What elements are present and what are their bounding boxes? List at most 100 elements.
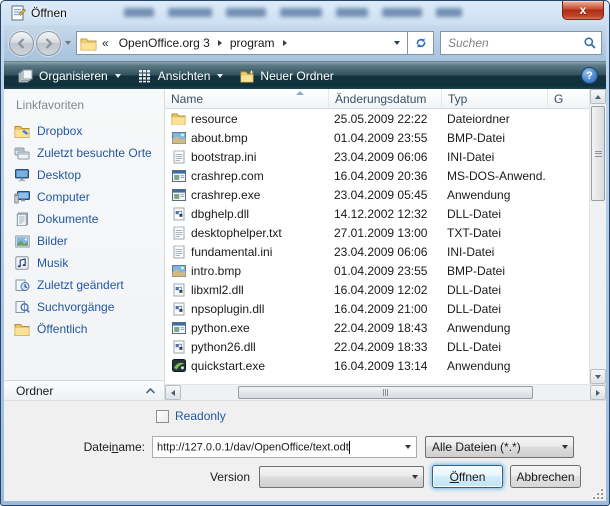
file-name-cell: about.bmp [165, 130, 328, 145]
app-icon [171, 187, 186, 202]
file-type: BMP-Datei [441, 264, 547, 278]
list-header: Name Änderungsdatum Typ G [165, 89, 589, 109]
scroll-up-button[interactable] [590, 89, 606, 104]
scroll-left-button[interactable] [165, 385, 181, 400]
table-row[interactable]: npsoplugin.dll16.04.2009 21:00DLL-Datei [165, 299, 589, 318]
cancel-button[interactable]: Abbrechen [510, 465, 581, 488]
address-dropdown-button[interactable] [389, 41, 405, 45]
forward-button[interactable] [36, 31, 61, 56]
table-row[interactable]: resource25.05.2009 22:22Dateiordner [165, 109, 589, 128]
vertical-scroll-thumb[interactable] [591, 106, 605, 201]
sidebar-item-computer[interactable]: Computer [4, 186, 164, 208]
filetype-select[interactable]: Alle Dateien (*.*) [425, 436, 574, 458]
file-name: fundamental.ini [191, 245, 272, 259]
table-row[interactable]: bootstrap.ini23.04.2009 06:06INI-Datei [165, 147, 589, 166]
table-row[interactable]: crashrep.com16.04.2009 20:36MS-DOS-Anwen… [165, 166, 589, 185]
image-icon [171, 263, 186, 278]
views-button[interactable]: Ansichten [129, 66, 232, 86]
triangle-up-icon [595, 95, 601, 99]
sidebar-item-desktop[interactable]: Desktop [4, 164, 164, 186]
horizontal-scrollbar[interactable] [165, 384, 606, 400]
file-name: libxml2.dll [191, 283, 244, 297]
sidebar-item-dokumente[interactable]: Dokumente [4, 208, 164, 230]
sidebar-item-bilder[interactable]: Bilder [4, 230, 164, 252]
file-type: MS-DOS-Anwend... [441, 169, 547, 183]
dll-icon [171, 339, 186, 354]
file-date: 01.04.2009 23:55 [328, 264, 441, 278]
views-label: Ansichten [158, 69, 211, 83]
sidebar-item-zuletzt-geändert[interactable]: Zuletzt geändert [4, 274, 164, 296]
file-name: crashrep.com [191, 169, 264, 183]
vertical-scroll-track[interactable] [590, 104, 606, 369]
close-icon: x [580, 3, 587, 17]
scroll-right-button[interactable] [590, 385, 606, 400]
table-row[interactable]: fundamental.ini23.04.2009 06:06INI-Datei [165, 242, 589, 261]
table-row[interactable]: about.bmp01.04.2009 23:55BMP-Datei [165, 128, 589, 147]
horizontal-scroll-track[interactable] [181, 385, 590, 400]
sidebar-item-suchvorgänge[interactable]: Suchvorgänge [4, 296, 164, 318]
views-icon [137, 69, 153, 83]
search-placeholder: Suchen [448, 36, 583, 50]
file-name: crashrep.exe [191, 188, 260, 202]
chevron-right-icon[interactable] [283, 40, 287, 46]
sidebar-item-musik[interactable]: Musik [4, 252, 164, 274]
version-label: Version [4, 470, 259, 484]
image-icon [171, 130, 186, 145]
file-rows: resource25.05.2009 22:22Dateiordnerabout… [165, 109, 589, 384]
file-name: desktophelper.txt [191, 226, 282, 240]
table-row[interactable]: python.exe22.04.2009 18:43Anwendung [165, 318, 589, 337]
forward-arrow-icon [42, 37, 55, 50]
back-button[interactable] [9, 31, 34, 56]
file-name-cell: fundamental.ini [165, 244, 328, 259]
column-header-type[interactable]: Typ [441, 89, 547, 108]
open-button[interactable]: Öffnen [432, 465, 503, 488]
organize-button[interactable]: Organisieren [10, 66, 129, 86]
refresh-button[interactable] [408, 31, 434, 55]
file-name: npsoplugin.dll [191, 302, 264, 316]
column-header-size[interactable]: G [547, 89, 589, 108]
breadcrumb-item-root[interactable]: OpenOffice.org 3 [113, 36, 216, 50]
table-row[interactable]: dbghelp.dll14.12.2002 12:32DLL-Datei [165, 204, 589, 223]
sort-ascending-icon [296, 91, 304, 95]
breadcrumb-item-program[interactable]: program [224, 36, 281, 50]
readonly-label: Readonly [175, 409, 226, 423]
table-row[interactable]: desktophelper.txt27.01.2009 13:00TXT-Dat… [165, 223, 589, 242]
chevron-down-icon [405, 445, 411, 449]
horizontal-scroll-thumb[interactable] [238, 386, 532, 399]
table-row[interactable]: intro.bmp01.04.2009 23:55BMP-Datei [165, 261, 589, 280]
column-header-date[interactable]: Änderungsdatum [328, 89, 441, 108]
history-dropdown-icon[interactable] [65, 41, 71, 45]
table-row[interactable]: python26.dll22.04.2009 18:33DLL-Datei [165, 337, 589, 356]
readonly-checkbox[interactable] [156, 410, 169, 423]
folders-expander[interactable]: Ordner [4, 380, 164, 400]
version-select[interactable] [259, 466, 424, 488]
table-row[interactable]: libxml2.dll16.04.2009 12:02DLL-Datei [165, 280, 589, 299]
resize-grip[interactable] [591, 487, 603, 499]
sidebar-item-öffentlich[interactable]: Öffentlich [4, 318, 164, 340]
dll-icon [171, 282, 186, 297]
table-row[interactable]: crashrep.exe23.04.2009 05:45Anwendung [165, 185, 589, 204]
filename-input[interactable]: http://127.0.0.1/dav/OpenOffice/text.odt [152, 436, 417, 458]
dropbox-folder-icon [14, 123, 30, 139]
sidebar-item-dropbox[interactable]: Dropbox [4, 120, 164, 142]
column-header-name[interactable]: Name [165, 89, 328, 108]
title-bar[interactable]: Öffnen x [4, 1, 606, 25]
search-icon[interactable] [583, 36, 597, 50]
chevron-right-icon[interactable] [218, 40, 222, 46]
table-row[interactable]: quickstart.exe16.04.2009 13:14Anwendung [165, 356, 589, 375]
open-file-dialog: Öffnen x « OpenOffice.org 3 [0, 0, 610, 506]
new-folder-button[interactable]: Neuer Ordner [231, 66, 341, 86]
file-name-cell: dbghelp.dll [165, 206, 328, 221]
sidebar-item-zuletzt-besuchte-orte[interactable]: Zuletzt besuchte Orte [4, 142, 164, 164]
filename-value: http://127.0.0.1/dav/OpenOffice/text.odt [157, 441, 349, 453]
breadcrumb-overflow[interactable]: « [102, 36, 109, 50]
file-date: 23.04.2009 05:45 [328, 188, 441, 202]
vertical-scrollbar[interactable] [589, 89, 606, 384]
file-list-panel: Name Änderungsdatum Typ G resource25.05.… [165, 89, 606, 400]
help-button[interactable]: ? [581, 67, 598, 84]
close-button[interactable]: x [562, 1, 604, 20]
search-input[interactable]: Suchen [440, 31, 602, 55]
filename-dropdown-button[interactable] [399, 437, 416, 457]
breadcrumb[interactable]: « OpenOffice.org 3 program [76, 31, 408, 55]
scroll-down-button[interactable] [590, 369, 606, 384]
